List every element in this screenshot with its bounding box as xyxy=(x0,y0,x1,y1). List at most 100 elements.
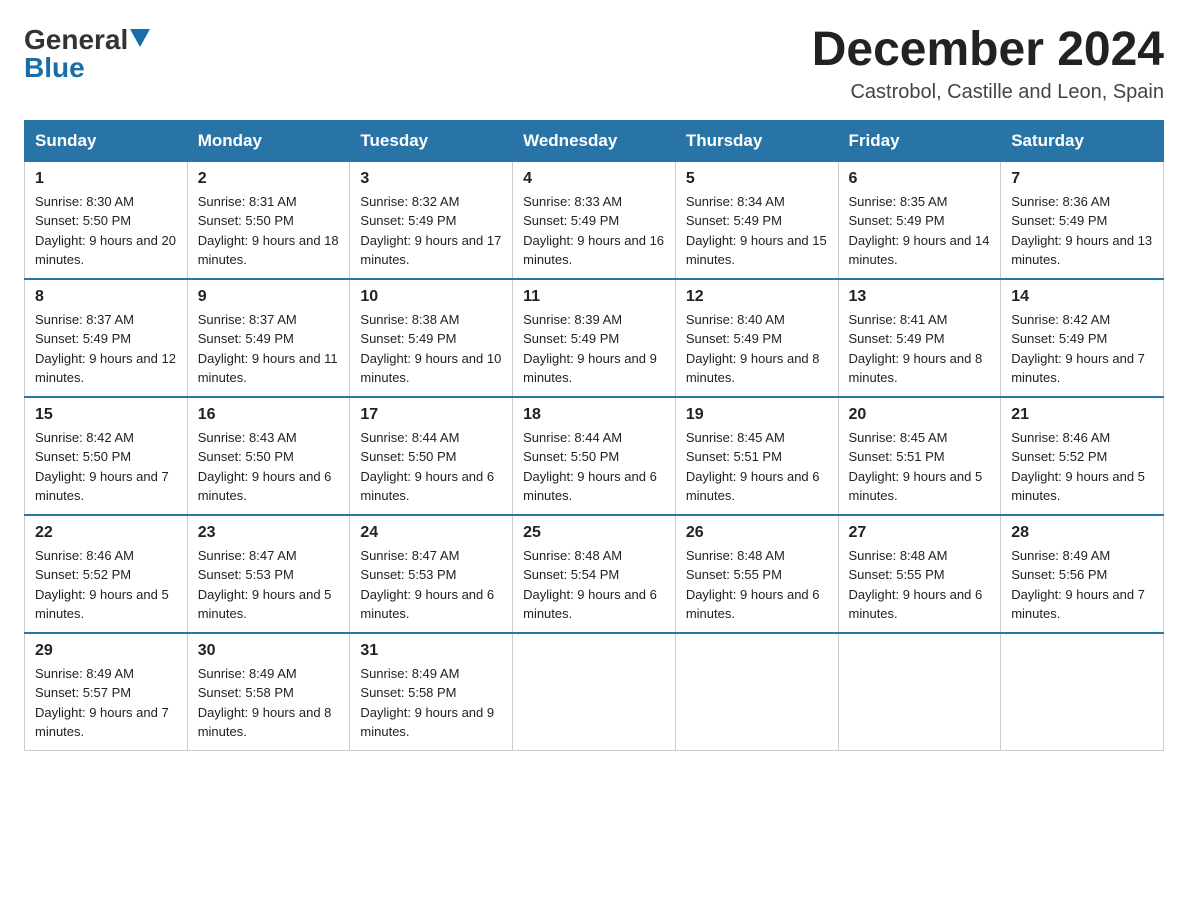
sunrise-label: Sunrise: 8:39 AM xyxy=(523,312,622,327)
sunset-label: Sunset: 5:50 PM xyxy=(35,449,131,464)
daylight-label: Daylight: 9 hours and 14 minutes. xyxy=(849,233,990,268)
sunrise-label: Sunrise: 8:45 AM xyxy=(686,430,785,445)
day-info: Sunrise: 8:34 AM Sunset: 5:49 PM Dayligh… xyxy=(686,192,828,270)
day-number: 2 xyxy=(198,170,340,188)
sunrise-label: Sunrise: 8:36 AM xyxy=(1011,194,1110,209)
daylight-label: Daylight: 9 hours and 8 minutes. xyxy=(198,705,332,740)
day-number: 24 xyxy=(360,524,502,542)
day-info: Sunrise: 8:49 AM Sunset: 5:58 PM Dayligh… xyxy=(198,664,340,742)
day-number: 21 xyxy=(1011,406,1153,424)
sunrise-label: Sunrise: 8:37 AM xyxy=(35,312,134,327)
day-number: 31 xyxy=(360,642,502,660)
table-row xyxy=(1001,633,1164,751)
daylight-label: Daylight: 9 hours and 7 minutes. xyxy=(35,705,169,740)
sunset-label: Sunset: 5:55 PM xyxy=(686,567,782,582)
col-friday: Friday xyxy=(838,120,1001,161)
day-number: 5 xyxy=(686,170,828,188)
month-year-title: December 2024 xyxy=(812,24,1164,77)
day-number: 9 xyxy=(198,288,340,306)
table-row: 14 Sunrise: 8:42 AM Sunset: 5:49 PM Dayl… xyxy=(1001,279,1164,397)
sunset-label: Sunset: 5:49 PM xyxy=(849,331,945,346)
logo-arrow-icon xyxy=(130,29,150,52)
sunset-label: Sunset: 5:52 PM xyxy=(35,567,131,582)
day-info: Sunrise: 8:46 AM Sunset: 5:52 PM Dayligh… xyxy=(1011,428,1153,506)
table-row xyxy=(513,633,676,751)
sunset-label: Sunset: 5:58 PM xyxy=(198,685,294,700)
table-row: 25 Sunrise: 8:48 AM Sunset: 5:54 PM Dayl… xyxy=(513,515,676,633)
sunset-label: Sunset: 5:56 PM xyxy=(1011,567,1107,582)
table-row: 30 Sunrise: 8:49 AM Sunset: 5:58 PM Dayl… xyxy=(187,633,350,751)
sunset-label: Sunset: 5:51 PM xyxy=(849,449,945,464)
sunset-label: Sunset: 5:49 PM xyxy=(35,331,131,346)
table-row: 15 Sunrise: 8:42 AM Sunset: 5:50 PM Dayl… xyxy=(25,397,188,515)
calendar-week-3: 15 Sunrise: 8:42 AM Sunset: 5:50 PM Dayl… xyxy=(25,397,1164,515)
daylight-label: Daylight: 9 hours and 7 minutes. xyxy=(35,469,169,504)
table-row: 17 Sunrise: 8:44 AM Sunset: 5:50 PM Dayl… xyxy=(350,397,513,515)
day-info: Sunrise: 8:49 AM Sunset: 5:56 PM Dayligh… xyxy=(1011,546,1153,624)
sunrise-label: Sunrise: 8:49 AM xyxy=(35,666,134,681)
day-info: Sunrise: 8:37 AM Sunset: 5:49 PM Dayligh… xyxy=(198,310,340,388)
day-number: 17 xyxy=(360,406,502,424)
day-number: 23 xyxy=(198,524,340,542)
daylight-label: Daylight: 9 hours and 8 minutes. xyxy=(849,351,983,386)
table-row xyxy=(675,633,838,751)
daylight-label: Daylight: 9 hours and 15 minutes. xyxy=(686,233,827,268)
title-section: December 2024 Castrobol, Castille and Le… xyxy=(812,24,1164,104)
daylight-label: Daylight: 9 hours and 6 minutes. xyxy=(360,469,494,504)
day-number: 29 xyxy=(35,642,177,660)
table-row: 27 Sunrise: 8:48 AM Sunset: 5:55 PM Dayl… xyxy=(838,515,1001,633)
calendar-week-4: 22 Sunrise: 8:46 AM Sunset: 5:52 PM Dayl… xyxy=(25,515,1164,633)
day-info: Sunrise: 8:43 AM Sunset: 5:50 PM Dayligh… xyxy=(198,428,340,506)
day-number: 22 xyxy=(35,524,177,542)
sunset-label: Sunset: 5:53 PM xyxy=(360,567,456,582)
day-number: 18 xyxy=(523,406,665,424)
sunrise-label: Sunrise: 8:49 AM xyxy=(1011,548,1110,563)
day-info: Sunrise: 8:37 AM Sunset: 5:49 PM Dayligh… xyxy=(35,310,177,388)
day-number: 3 xyxy=(360,170,502,188)
table-row: 11 Sunrise: 8:39 AM Sunset: 5:49 PM Dayl… xyxy=(513,279,676,397)
calendar-week-2: 8 Sunrise: 8:37 AM Sunset: 5:49 PM Dayli… xyxy=(25,279,1164,397)
table-row: 6 Sunrise: 8:35 AM Sunset: 5:49 PM Dayli… xyxy=(838,161,1001,279)
daylight-label: Daylight: 9 hours and 6 minutes. xyxy=(523,587,657,622)
table-row: 4 Sunrise: 8:33 AM Sunset: 5:49 PM Dayli… xyxy=(513,161,676,279)
sunset-label: Sunset: 5:49 PM xyxy=(686,213,782,228)
day-info: Sunrise: 8:40 AM Sunset: 5:49 PM Dayligh… xyxy=(686,310,828,388)
col-wednesday: Wednesday xyxy=(513,120,676,161)
sunset-label: Sunset: 5:50 PM xyxy=(360,449,456,464)
sunrise-label: Sunrise: 8:30 AM xyxy=(35,194,134,209)
sunset-label: Sunset: 5:49 PM xyxy=(523,213,619,228)
sunset-label: Sunset: 5:49 PM xyxy=(849,213,945,228)
sunrise-label: Sunrise: 8:48 AM xyxy=(523,548,622,563)
sunrise-label: Sunrise: 8:49 AM xyxy=(360,666,459,681)
sunset-label: Sunset: 5:49 PM xyxy=(360,331,456,346)
sunset-label: Sunset: 5:54 PM xyxy=(523,567,619,582)
day-info: Sunrise: 8:48 AM Sunset: 5:55 PM Dayligh… xyxy=(849,546,991,624)
day-info: Sunrise: 8:47 AM Sunset: 5:53 PM Dayligh… xyxy=(360,546,502,624)
day-number: 15 xyxy=(35,406,177,424)
daylight-label: Daylight: 9 hours and 5 minutes. xyxy=(849,469,983,504)
table-row: 18 Sunrise: 8:44 AM Sunset: 5:50 PM Dayl… xyxy=(513,397,676,515)
sunrise-label: Sunrise: 8:31 AM xyxy=(198,194,297,209)
day-info: Sunrise: 8:32 AM Sunset: 5:49 PM Dayligh… xyxy=(360,192,502,270)
daylight-label: Daylight: 9 hours and 12 minutes. xyxy=(35,351,176,386)
day-number: 20 xyxy=(849,406,991,424)
calendar-table: Sunday Monday Tuesday Wednesday Thursday… xyxy=(24,120,1164,751)
day-number: 10 xyxy=(360,288,502,306)
day-number: 30 xyxy=(198,642,340,660)
daylight-label: Daylight: 9 hours and 18 minutes. xyxy=(198,233,339,268)
day-number: 14 xyxy=(1011,288,1153,306)
sunrise-label: Sunrise: 8:37 AM xyxy=(198,312,297,327)
sunset-label: Sunset: 5:50 PM xyxy=(35,213,131,228)
sunset-label: Sunset: 5:53 PM xyxy=(198,567,294,582)
location-title: Castrobol, Castille and Leon, Spain xyxy=(812,81,1164,104)
sunset-label: Sunset: 5:52 PM xyxy=(1011,449,1107,464)
daylight-label: Daylight: 9 hours and 11 minutes. xyxy=(198,351,338,386)
day-info: Sunrise: 8:38 AM Sunset: 5:49 PM Dayligh… xyxy=(360,310,502,388)
daylight-label: Daylight: 9 hours and 16 minutes. xyxy=(523,233,664,268)
day-info: Sunrise: 8:49 AM Sunset: 5:57 PM Dayligh… xyxy=(35,664,177,742)
table-row: 12 Sunrise: 8:40 AM Sunset: 5:49 PM Dayl… xyxy=(675,279,838,397)
day-info: Sunrise: 8:42 AM Sunset: 5:50 PM Dayligh… xyxy=(35,428,177,506)
daylight-label: Daylight: 9 hours and 8 minutes. xyxy=(686,351,820,386)
daylight-label: Daylight: 9 hours and 5 minutes. xyxy=(198,587,332,622)
calendar-week-5: 29 Sunrise: 8:49 AM Sunset: 5:57 PM Dayl… xyxy=(25,633,1164,751)
